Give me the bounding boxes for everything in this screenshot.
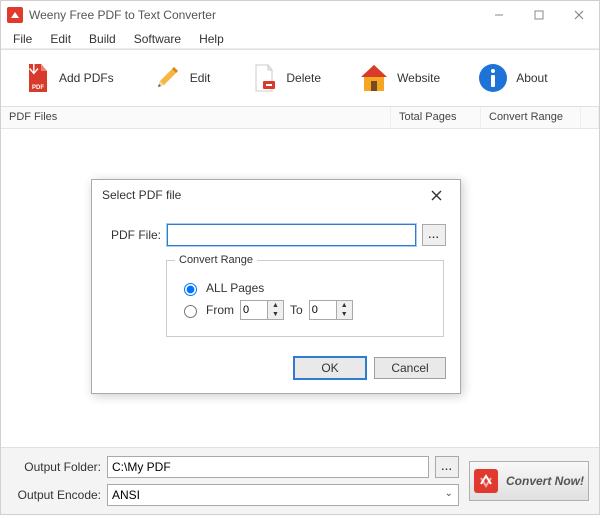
to-value[interactable] xyxy=(310,301,336,319)
add-pdfs-button[interactable]: PDF Add PDFs xyxy=(11,57,122,99)
ok-button[interactable]: OK xyxy=(294,357,366,379)
menu-help[interactable]: Help xyxy=(191,30,232,48)
close-button[interactable] xyxy=(559,1,599,29)
delete-button[interactable]: Delete xyxy=(238,57,329,99)
dialog-body: PDF File: ... Convert Range ALL Pages Fr… xyxy=(92,210,460,347)
add-pdfs-label: Add PDFs xyxy=(59,71,114,85)
to-arrows: ▲ ▼ xyxy=(336,301,352,319)
output-encode-label: Output Encode: xyxy=(11,488,101,502)
from-to-radio[interactable] xyxy=(184,305,197,318)
menubar: File Edit Build Software Help xyxy=(1,29,599,49)
maximize-button[interactable] xyxy=(519,1,559,29)
info-icon xyxy=(476,61,510,95)
titlebar: Weeny Free PDF to Text Converter xyxy=(1,1,599,29)
select-pdf-dialog: Select PDF file PDF File: ... Convert Ra… xyxy=(91,179,461,394)
dialog-title-text: Select PDF file xyxy=(102,188,422,202)
output-encode-select[interactable] xyxy=(107,484,459,506)
to-up-icon[interactable]: ▲ xyxy=(337,301,352,310)
convert-icon xyxy=(474,469,498,493)
pencil-icon xyxy=(150,61,184,95)
edit-label: Edit xyxy=(190,71,211,85)
from-arrows: ▲ ▼ xyxy=(267,301,283,319)
column-pdf-files[interactable]: PDF Files xyxy=(1,107,391,128)
edit-button[interactable]: Edit xyxy=(142,57,219,99)
menu-software[interactable]: Software xyxy=(126,30,189,48)
dialog-footer: OK Cancel xyxy=(92,347,460,393)
to-down-icon[interactable]: ▼ xyxy=(337,310,352,319)
browse-pdf-button[interactable]: ... xyxy=(422,224,446,246)
pdf-file-label: PDF File: xyxy=(106,228,161,242)
convert-now-button[interactable]: Convert Now! xyxy=(469,461,589,501)
convert-range-group: Convert Range ALL Pages From ▲ ▼ xyxy=(166,254,444,337)
about-button[interactable]: About xyxy=(468,57,555,99)
menu-file[interactable]: File xyxy=(5,30,40,48)
app-icon xyxy=(7,7,23,23)
from-value[interactable] xyxy=(241,301,267,319)
file-list[interactable]: Select PDF file PDF File: ... Convert Ra… xyxy=(1,129,599,448)
dialog-titlebar: Select PDF file xyxy=(92,180,460,210)
menu-build[interactable]: Build xyxy=(81,30,124,48)
delete-icon xyxy=(246,61,280,95)
menu-edit[interactable]: Edit xyxy=(42,30,79,48)
column-spacer xyxy=(581,107,599,128)
window-title: Weeny Free PDF to Text Converter xyxy=(29,8,479,22)
output-folder-label: Output Folder: xyxy=(11,460,101,474)
delete-label: Delete xyxy=(286,71,321,85)
output-settings: Output Folder: ... Output Encode: ⌄ xyxy=(11,456,459,506)
all-pages-radio[interactable] xyxy=(184,283,197,296)
minimize-button[interactable] xyxy=(479,1,519,29)
bottom-panel: Output Folder: ... Output Encode: ⌄ Conv… xyxy=(1,448,599,514)
column-convert-range[interactable]: Convert Range xyxy=(481,107,581,128)
from-down-icon[interactable]: ▼ xyxy=(268,310,283,319)
list-header: PDF Files Total Pages Convert Range xyxy=(1,107,599,129)
all-pages-label: ALL Pages xyxy=(206,281,264,295)
svg-text:PDF: PDF xyxy=(32,85,44,91)
from-spinner[interactable]: ▲ ▼ xyxy=(240,300,284,320)
about-label: About xyxy=(516,71,547,85)
website-button[interactable]: Website xyxy=(349,57,448,99)
window-controls xyxy=(479,1,599,29)
main-window: Weeny Free PDF to Text Converter File Ed… xyxy=(0,0,600,515)
cancel-button[interactable]: Cancel xyxy=(374,357,446,379)
house-icon xyxy=(357,61,391,95)
browse-folder-button[interactable]: ... xyxy=(435,456,459,478)
convert-now-label: Convert Now! xyxy=(506,474,584,488)
pdf-file-input[interactable] xyxy=(167,224,416,246)
pdf-icon: PDF xyxy=(19,61,53,95)
dialog-close-button[interactable] xyxy=(422,183,450,207)
column-total-pages[interactable]: Total Pages xyxy=(391,107,481,128)
convert-range-legend: Convert Range xyxy=(175,254,257,266)
to-spinner[interactable]: ▲ ▼ xyxy=(309,300,353,320)
from-up-icon[interactable]: ▲ xyxy=(268,301,283,310)
toolbar: PDF Add PDFs Edit Delete Website xyxy=(1,49,599,107)
output-folder-input[interactable] xyxy=(107,456,429,478)
website-label: Website xyxy=(397,71,440,85)
from-label: From xyxy=(206,303,234,317)
to-label: To xyxy=(290,303,303,317)
